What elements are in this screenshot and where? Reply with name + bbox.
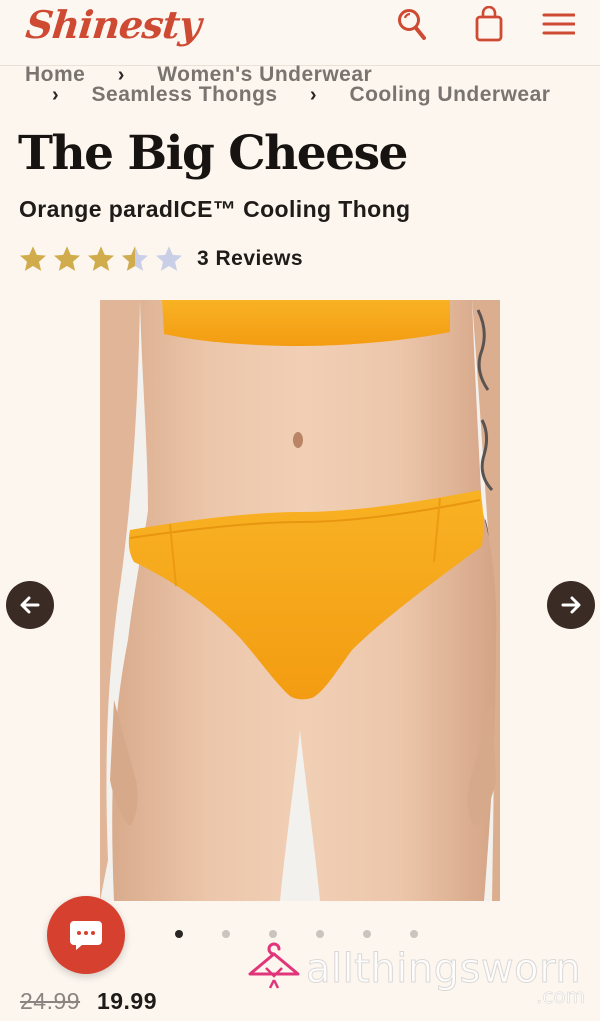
watermark-suffix: .com [536,984,586,1009]
star-empty-icon [156,246,182,271]
breadcrumb: Home › Women's Underwear › Seamless Thon… [0,60,600,112]
sale-price: 19.99 [96,988,158,1014]
chat-button[interactable] [47,896,125,974]
carousel-next-button[interactable] [547,581,595,629]
carousel-dot[interactable] [175,930,183,938]
product-title: The Big Cheese [18,126,408,181]
chevron-right-icon: › [52,84,60,106]
carousel-prev-button[interactable] [6,581,54,629]
shopping-bag-icon[interactable] [472,5,506,42]
breadcrumb-seamless-thongs[interactable]: Seamless Thongs [92,83,278,107]
chevron-right-icon: › [309,84,318,106]
star-icon [20,246,46,271]
original-price: 24.99 [20,988,81,1014]
product-rating[interactable]: 3 Reviews [18,241,303,277]
breadcrumb-cooling-underwear[interactable]: Cooling Underwear [349,83,550,107]
star-icon [54,246,80,271]
shinesty-logo[interactable]: Shinesty [24,2,203,47]
arrow-right-icon [561,596,581,614]
product-subtitle: Orange paradICE™ Cooling Thong [19,196,411,222]
site-header: Shinesty [0,0,600,66]
hamburger-menu-icon[interactable] [541,6,576,42]
product-image[interactable] [100,300,500,901]
chat-bubble-icon [70,921,102,950]
watermark: allthingsworn .com [244,936,594,1009]
star-half-icon [122,246,148,271]
search-icon[interactable] [396,6,430,42]
arrow-left-icon [20,596,40,614]
reviews-link[interactable]: 3 Reviews [197,247,303,271]
hanger-icon [248,942,300,989]
price: 24.99 19.99 [20,988,157,1015]
star-icon [88,246,114,271]
carousel-dot[interactable] [222,930,230,938]
